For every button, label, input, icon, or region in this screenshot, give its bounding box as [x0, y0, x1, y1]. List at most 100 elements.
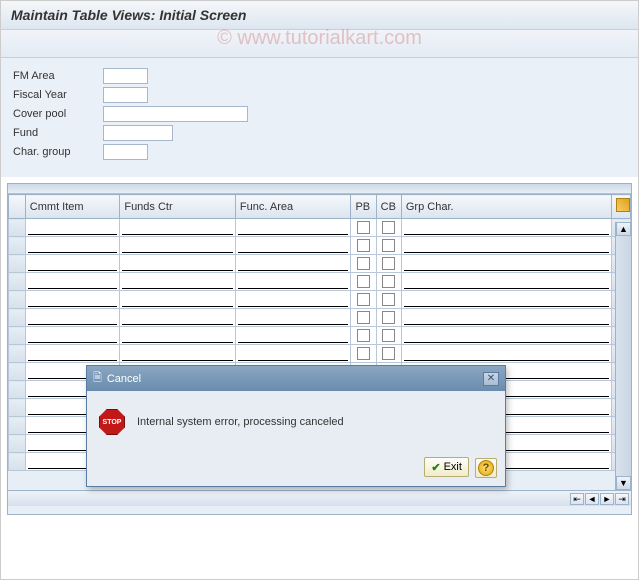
table-row — [9, 291, 631, 309]
row-selector[interactable] — [9, 345, 26, 363]
cmmt-item-cell[interactable] — [28, 257, 118, 271]
pb-checkbox[interactable] — [357, 257, 370, 270]
col-pb[interactable]: PB — [351, 195, 376, 219]
func-area-cell[interactable] — [238, 293, 349, 307]
row-selector[interactable] — [9, 399, 26, 417]
grp-char-cell[interactable] — [404, 329, 609, 343]
cmmt-item-cell[interactable] — [28, 329, 118, 343]
func-area-cell[interactable] — [238, 239, 349, 253]
row-selector[interactable] — [9, 273, 26, 291]
func-area-cell[interactable] — [238, 347, 349, 361]
cancel-dialog: 🗎 Cancel ✕ STOP Internal system error, p… — [86, 365, 506, 487]
cb-checkbox[interactable] — [382, 221, 395, 234]
help-button[interactable]: ? — [475, 458, 497, 478]
row-selector[interactable] — [9, 435, 26, 453]
func-area-cell[interactable] — [238, 311, 349, 325]
scroll-last-icon[interactable]: ⇥ — [615, 493, 629, 505]
scroll-down-icon[interactable]: ▼ — [616, 476, 631, 490]
cmmt-item-cell[interactable] — [28, 239, 118, 253]
dialog-titlebar[interactable]: 🗎 Cancel ✕ — [87, 366, 505, 391]
cb-checkbox[interactable] — [382, 311, 395, 324]
col-func-area[interactable]: Func. Area — [235, 195, 351, 219]
funds-ctr-cell[interactable] — [122, 347, 233, 361]
col-cb[interactable]: CB — [376, 195, 401, 219]
horizontal-scrollbar[interactable]: ⇤ ◄ ► ⇥ — [8, 490, 631, 506]
fund-input[interactable] — [103, 125, 173, 141]
cb-checkbox[interactable] — [382, 239, 395, 252]
funds-ctr-cell[interactable] — [122, 257, 233, 271]
pb-checkbox[interactable] — [357, 329, 370, 342]
col-config[interactable] — [612, 195, 631, 219]
funds-ctr-cell[interactable] — [122, 329, 233, 343]
table-row — [9, 255, 631, 273]
cover-pool-input[interactable] — [103, 106, 248, 122]
row-selector-header[interactable] — [9, 195, 26, 219]
cmmt-item-cell[interactable] — [28, 221, 118, 235]
scroll-right-icon[interactable]: ► — [600, 493, 614, 505]
char-group-input[interactable] — [103, 144, 148, 160]
exit-button[interactable]: ✔ Exit — [424, 457, 469, 477]
func-area-cell[interactable] — [238, 329, 349, 343]
cmmt-item-cell[interactable] — [28, 347, 118, 361]
table-row — [9, 273, 631, 291]
funds-ctr-cell[interactable] — [122, 275, 233, 289]
cmmt-item-cell[interactable] — [28, 293, 118, 307]
dialog-close-button[interactable]: ✕ — [483, 372, 499, 386]
row-selector[interactable] — [9, 417, 26, 435]
cmmt-item-cell[interactable] — [28, 275, 118, 289]
pb-checkbox[interactable] — [357, 275, 370, 288]
check-icon: ✔ — [431, 461, 440, 474]
row-selector[interactable] — [9, 363, 26, 381]
row-selector[interactable] — [9, 219, 26, 237]
grp-char-cell[interactable] — [404, 293, 609, 307]
funds-ctr-cell[interactable] — [122, 311, 233, 325]
fiscal-year-input[interactable] — [103, 87, 148, 103]
stop-icon: STOP — [99, 409, 125, 435]
pb-checkbox[interactable] — [357, 293, 370, 306]
scroll-up-icon[interactable]: ▲ — [616, 222, 631, 236]
table-settings-icon[interactable] — [616, 198, 630, 212]
dialog-title-icon: 🗎 — [93, 369, 102, 388]
cb-checkbox[interactable] — [382, 293, 395, 306]
row-selector[interactable] — [9, 309, 26, 327]
row-selector[interactable] — [9, 381, 26, 399]
vertical-scrollbar[interactable]: ▲ ▼ — [615, 222, 631, 490]
char-group-label: Char. group — [13, 146, 103, 158]
col-cmmt-item[interactable]: Cmmt Item — [25, 195, 120, 219]
pb-checkbox[interactable] — [357, 239, 370, 252]
grp-char-cell[interactable] — [404, 275, 609, 289]
grp-char-cell[interactable] — [404, 221, 609, 235]
func-area-cell[interactable] — [238, 257, 349, 271]
row-selector[interactable] — [9, 291, 26, 309]
grp-char-cell[interactable] — [404, 311, 609, 325]
table-row — [9, 219, 631, 237]
funds-ctr-cell[interactable] — [122, 221, 233, 235]
row-selector[interactable] — [9, 255, 26, 273]
cb-checkbox[interactable] — [382, 347, 395, 360]
dialog-message: Internal system error, processing cancel… — [137, 416, 344, 428]
cb-checkbox[interactable] — [382, 329, 395, 342]
grp-char-cell[interactable] — [404, 239, 609, 253]
funds-ctr-cell[interactable] — [122, 293, 233, 307]
cmmt-item-cell[interactable] — [28, 311, 118, 325]
col-grp-char[interactable]: Grp Char. — [401, 195, 611, 219]
scroll-first-icon[interactable]: ⇤ — [570, 493, 584, 505]
col-funds-ctr[interactable]: Funds Ctr — [120, 195, 236, 219]
grp-char-cell[interactable] — [404, 347, 609, 361]
fm-area-label: FM Area — [13, 70, 103, 82]
cb-checkbox[interactable] — [382, 257, 395, 270]
pb-checkbox[interactable] — [357, 311, 370, 324]
row-selector[interactable] — [9, 327, 26, 345]
scroll-left-icon[interactable]: ◄ — [585, 493, 599, 505]
func-area-cell[interactable] — [238, 221, 349, 235]
func-area-cell[interactable] — [238, 275, 349, 289]
row-selector[interactable] — [9, 237, 26, 255]
pb-checkbox[interactable] — [357, 347, 370, 360]
fiscal-year-label: Fiscal Year — [13, 89, 103, 101]
grp-char-cell[interactable] — [404, 257, 609, 271]
pb-checkbox[interactable] — [357, 221, 370, 234]
funds-ctr-cell[interactable] — [122, 239, 233, 253]
fm-area-input[interactable] — [103, 68, 148, 84]
row-selector[interactable] — [9, 453, 26, 471]
cb-checkbox[interactable] — [382, 275, 395, 288]
